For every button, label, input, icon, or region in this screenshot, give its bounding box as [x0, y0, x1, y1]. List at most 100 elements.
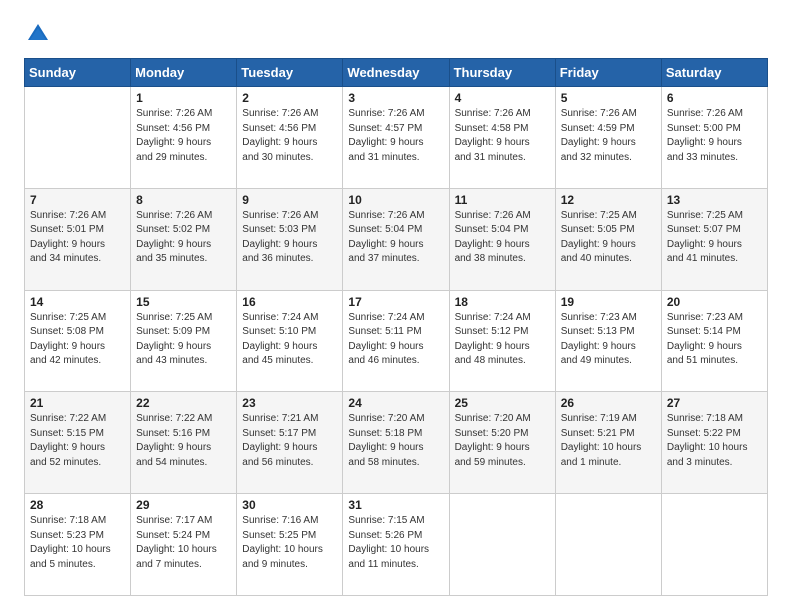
calendar-cell	[449, 494, 555, 596]
day-number: 19	[561, 295, 656, 309]
calendar-cell: 17Sunrise: 7:24 AM Sunset: 5:11 PM Dayli…	[343, 290, 449, 392]
day-info: Sunrise: 7:26 AM Sunset: 4:59 PM Dayligh…	[561, 107, 656, 165]
day-info: Sunrise: 7:25 AM Sunset: 5:07 PM Dayligh…	[667, 209, 762, 267]
calendar-cell: 22 Sunrise: 7:22 AM Sunset: 5:16 PM Dayli…	[131, 392, 237, 494]
day-number: 4	[455, 91, 550, 105]
calendar-cell: 11Sunrise: 7:26 AM Sunset: 5:04 PM Dayli…	[449, 188, 555, 290]
calendar-cell: 18Sunrise: 7:24 AM Sunset: 5:12 PM Dayli…	[449, 290, 555, 392]
day-info: Sunrise: 7:24 AM Sunset: 5:12 PM Dayligh…	[455, 311, 550, 369]
calendar-header-sunday: Sunday	[25, 59, 131, 87]
day-number: 26	[561, 396, 656, 410]
day-info: Sunrise: 7:26 AM Sunset: 4:58 PM Dayligh…	[455, 107, 550, 165]
calendar-cell: 27 Sunrise: 7:18 AM Sunset: 5:22 PM Dayli…	[661, 392, 767, 494]
day-info: Sunrise: 7:26 AM Sunset: 5:02 PM Dayligh…	[136, 209, 231, 267]
calendar-week-5: 28 Sunrise: 7:18 AM Sunset: 5:23 PM Dayli…	[25, 494, 768, 596]
calendar-header-thursday: Thursday	[449, 59, 555, 87]
calendar-cell: 29 Sunrise: 7:17 AM Sunset: 5:24 PM Dayli…	[131, 494, 237, 596]
calendar-cell	[555, 494, 661, 596]
calendar-cell: 19 Sunrise: 7:23 AM Sunset: 5:13 PM Dayli…	[555, 290, 661, 392]
day-number: 20	[667, 295, 762, 309]
day-info: Sunrise: 7:25 AM Sunset: 5:08 PM Dayligh…	[30, 311, 125, 369]
day-number: 14	[30, 295, 125, 309]
day-number: 24	[348, 396, 443, 410]
day-number: 8	[136, 193, 231, 207]
day-info: Sunrise: 7:15 AM Sunset: 5:26 PM Dayligh…	[348, 514, 443, 572]
day-info: Sunrise: 7:22 AM Sunset: 5:15 PM Dayligh…	[30, 412, 125, 470]
header	[24, 20, 768, 48]
calendar-week-3: 14 Sunrise: 7:25 AM Sunset: 5:08 PM Dayli…	[25, 290, 768, 392]
day-info: Sunrise: 7:18 AM Sunset: 5:23 PM Dayligh…	[30, 514, 125, 572]
calendar-cell: 13Sunrise: 7:25 AM Sunset: 5:07 PM Dayli…	[661, 188, 767, 290]
calendar-cell: 8 Sunrise: 7:26 AM Sunset: 5:02 PM Daylig…	[131, 188, 237, 290]
day-number: 21	[30, 396, 125, 410]
day-info: Sunrise: 7:25 AM Sunset: 5:05 PM Dayligh…	[561, 209, 656, 267]
day-info: Sunrise: 7:16 AM Sunset: 5:25 PM Dayligh…	[242, 514, 337, 572]
day-number: 28	[30, 498, 125, 512]
day-info: Sunrise: 7:26 AM Sunset: 5:01 PM Dayligh…	[30, 209, 125, 267]
calendar-cell: 30 Sunrise: 7:16 AM Sunset: 5:25 PM Dayli…	[237, 494, 343, 596]
day-number: 1	[136, 91, 231, 105]
calendar-cell: 5 Sunrise: 7:26 AM Sunset: 4:59 PM Daylig…	[555, 87, 661, 189]
day-number: 29	[136, 498, 231, 512]
day-info: Sunrise: 7:26 AM Sunset: 4:56 PM Dayligh…	[242, 107, 337, 165]
day-info: Sunrise: 7:20 AM Sunset: 5:20 PM Dayligh…	[455, 412, 550, 470]
day-info: Sunrise: 7:26 AM Sunset: 4:57 PM Dayligh…	[348, 107, 443, 165]
calendar-week-1: 1 Sunrise: 7:26 AM Sunset: 4:56 PM Daylig…	[25, 87, 768, 189]
day-number: 22	[136, 396, 231, 410]
page: SundayMondayTuesdayWednesdayThursdayFrid…	[0, 0, 792, 612]
day-number: 5	[561, 91, 656, 105]
calendar-cell	[25, 87, 131, 189]
day-info: Sunrise: 7:24 AM Sunset: 5:10 PM Dayligh…	[242, 311, 337, 369]
calendar-header-tuesday: Tuesday	[237, 59, 343, 87]
day-number: 3	[348, 91, 443, 105]
day-number: 10	[348, 193, 443, 207]
calendar-cell: 28 Sunrise: 7:18 AM Sunset: 5:23 PM Dayli…	[25, 494, 131, 596]
day-info: Sunrise: 7:23 AM Sunset: 5:14 PM Dayligh…	[667, 311, 762, 369]
day-info: Sunrise: 7:21 AM Sunset: 5:17 PM Dayligh…	[242, 412, 337, 470]
calendar-cell: 12 Sunrise: 7:25 AM Sunset: 5:05 PM Dayli…	[555, 188, 661, 290]
calendar-header-saturday: Saturday	[661, 59, 767, 87]
calendar-cell: 21 Sunrise: 7:22 AM Sunset: 5:15 PM Dayli…	[25, 392, 131, 494]
calendar-cell: 14 Sunrise: 7:25 AM Sunset: 5:08 PM Dayli…	[25, 290, 131, 392]
day-info: Sunrise: 7:20 AM Sunset: 5:18 PM Dayligh…	[348, 412, 443, 470]
calendar-cell: 7Sunrise: 7:26 AM Sunset: 5:01 PM Daylig…	[25, 188, 131, 290]
day-number: 17	[348, 295, 443, 309]
calendar-cell: 1 Sunrise: 7:26 AM Sunset: 4:56 PM Daylig…	[131, 87, 237, 189]
day-number: 30	[242, 498, 337, 512]
calendar-cell: 3 Sunrise: 7:26 AM Sunset: 4:57 PM Daylig…	[343, 87, 449, 189]
day-number: 12	[561, 193, 656, 207]
logo	[24, 20, 58, 48]
calendar-header-friday: Friday	[555, 59, 661, 87]
calendar-cell: 20 Sunrise: 7:23 AM Sunset: 5:14 PM Dayli…	[661, 290, 767, 392]
day-number: 6	[667, 91, 762, 105]
calendar-cell	[661, 494, 767, 596]
day-info: Sunrise: 7:25 AM Sunset: 5:09 PM Dayligh…	[136, 311, 231, 369]
calendar-cell: 2Sunrise: 7:26 AM Sunset: 4:56 PM Daylig…	[237, 87, 343, 189]
day-info: Sunrise: 7:19 AM Sunset: 5:21 PM Dayligh…	[561, 412, 656, 470]
logo-icon	[24, 20, 52, 48]
day-info: Sunrise: 7:22 AM Sunset: 5:16 PM Dayligh…	[136, 412, 231, 470]
calendar-header-monday: Monday	[131, 59, 237, 87]
calendar-cell: 16 Sunrise: 7:24 AM Sunset: 5:10 PM Dayli…	[237, 290, 343, 392]
day-info: Sunrise: 7:23 AM Sunset: 5:13 PM Dayligh…	[561, 311, 656, 369]
day-info: Sunrise: 7:26 AM Sunset: 4:56 PM Dayligh…	[136, 107, 231, 165]
calendar-cell: 4 Sunrise: 7:26 AM Sunset: 4:58 PM Daylig…	[449, 87, 555, 189]
day-number: 31	[348, 498, 443, 512]
day-info: Sunrise: 7:17 AM Sunset: 5:24 PM Dayligh…	[136, 514, 231, 572]
day-number: 27	[667, 396, 762, 410]
day-info: Sunrise: 7:26 AM Sunset: 5:03 PM Dayligh…	[242, 209, 337, 267]
day-number: 15	[136, 295, 231, 309]
day-number: 11	[455, 193, 550, 207]
calendar-cell: 6Sunrise: 7:26 AM Sunset: 5:00 PM Daylig…	[661, 87, 767, 189]
day-number: 25	[455, 396, 550, 410]
day-number: 16	[242, 295, 337, 309]
calendar-week-4: 21 Sunrise: 7:22 AM Sunset: 5:15 PM Dayli…	[25, 392, 768, 494]
day-info: Sunrise: 7:18 AM Sunset: 5:22 PM Dayligh…	[667, 412, 762, 470]
calendar-table: SundayMondayTuesdayWednesdayThursdayFrid…	[24, 58, 768, 596]
calendar-cell: 15 Sunrise: 7:25 AM Sunset: 5:09 PM Dayli…	[131, 290, 237, 392]
calendar-cell: 10Sunrise: 7:26 AM Sunset: 5:04 PM Dayli…	[343, 188, 449, 290]
calendar-header-wednesday: Wednesday	[343, 59, 449, 87]
calendar-cell: 9Sunrise: 7:26 AM Sunset: 5:03 PM Daylig…	[237, 188, 343, 290]
day-number: 23	[242, 396, 337, 410]
calendar-header-row: SundayMondayTuesdayWednesdayThursdayFrid…	[25, 59, 768, 87]
